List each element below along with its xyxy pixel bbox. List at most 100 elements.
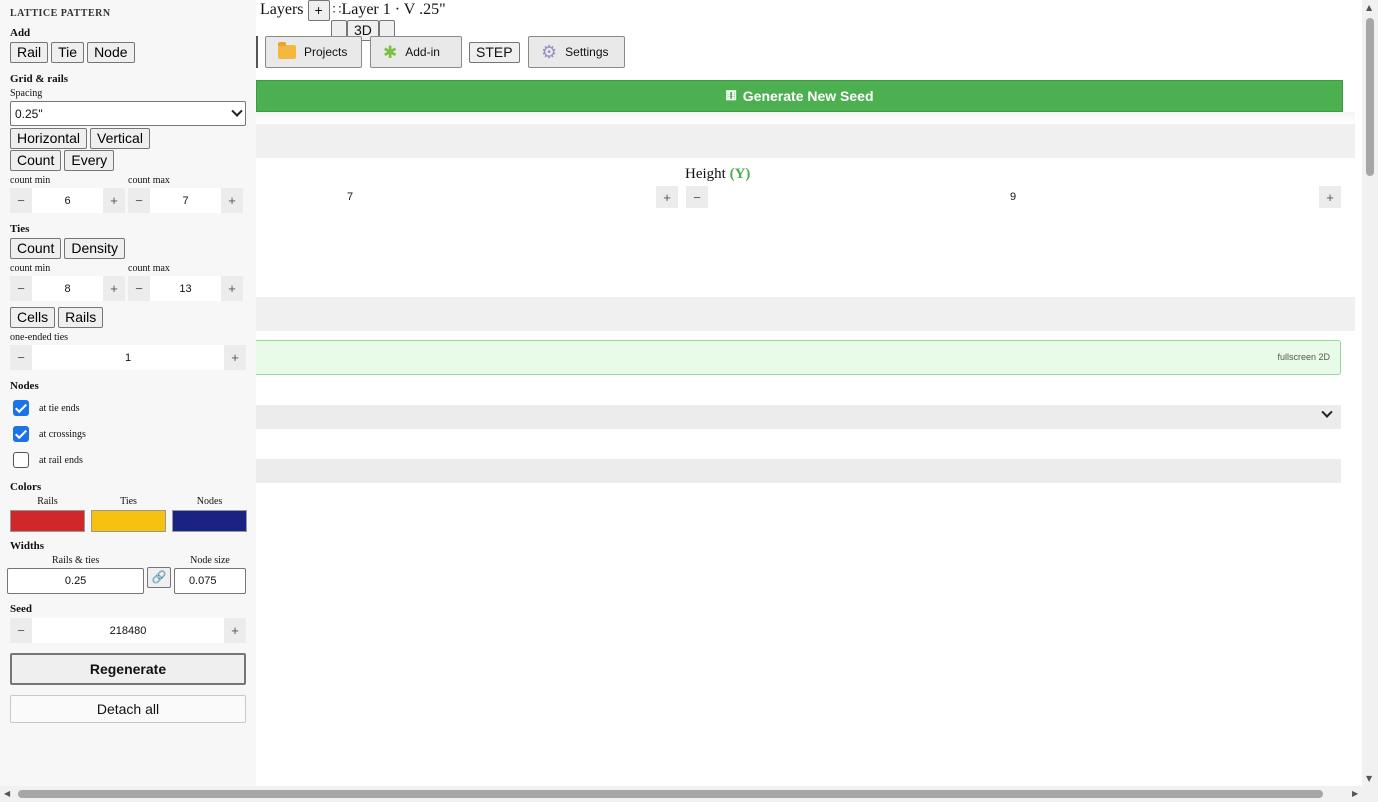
height-decrement-button[interactable]: − (686, 186, 708, 208)
node-option-crossings[interactable]: at crossings (10, 421, 246, 447)
node-size-input[interactable]: 0.075 (173, 568, 246, 594)
grid-count-max-value[interactable]: 7 (150, 195, 221, 207)
seed-stepper: − 218480 + (10, 618, 246, 643)
section-shadow (256, 112, 1355, 124)
ties-count-max-label: count max (128, 263, 170, 274)
projects-button[interactable]: Projects (265, 36, 362, 68)
colors-heading: Colors (10, 481, 42, 493)
panel-title: LATTICE PATTERN (10, 8, 111, 19)
ties-rails-button[interactable]: Rails (58, 307, 104, 328)
increment-button[interactable]: + (103, 188, 125, 213)
layers-bar: Layers + ∷ Layer 1 · V .25" (260, 0, 446, 21)
rails-ties-width-input[interactable]: 0.25 (7, 568, 145, 594)
link-icon[interactable]: 🔗 (147, 567, 171, 588)
grid-count-button[interactable]: Count (10, 150, 62, 171)
decrement-button[interactable]: − (128, 276, 150, 301)
width-value[interactable]: 7 (347, 191, 353, 203)
checkbox-checked[interactable] (13, 400, 29, 416)
grid-every-button[interactable]: Every (64, 150, 115, 171)
dimension-steppers: 7 + − 9 + (256, 186, 1346, 208)
horizontal-scroll-thumb[interactable] (18, 790, 1323, 798)
fullscreen-2d-link[interactable]: fullscreen 2D (1277, 352, 1330, 362)
spacing-label: Spacing (10, 88, 43, 99)
add-node-button[interactable]: Node (87, 42, 135, 63)
vertical-scrollbar[interactable]: ▲ ▼ (1362, 0, 1378, 786)
layers-label: Layers (260, 1, 304, 18)
ties-color-label: Ties (120, 496, 137, 507)
add-rail-button[interactable]: Rail (10, 42, 49, 63)
scroll-up-icon[interactable]: ▲ (1366, 3, 1372, 12)
spacing-select[interactable]: 0.25" (10, 101, 246, 126)
increment-button[interactable]: + (103, 276, 125, 301)
section-header-dimensions (256, 124, 1355, 158)
ties-count-max-value[interactable]: 13 (150, 283, 221, 295)
seed-value[interactable]: 218480 (32, 625, 224, 637)
rails-color-swatch[interactable] (10, 510, 85, 532)
height-axis-label: (Y) (729, 166, 751, 182)
layer-name[interactable]: Layer 1 · V .25" (341, 1, 445, 19)
grid-count-max-stepper: − 7 + (128, 188, 243, 213)
dice-icon: ⚅ (725, 88, 737, 103)
decrement-button[interactable]: − (10, 618, 32, 643)
node-option-tie-ends[interactable]: at tie ends (10, 395, 246, 421)
nodes-color-swatch[interactable] (172, 510, 247, 532)
settings-button[interactable]: ⚙ Settings (528, 36, 625, 68)
vertical-scroll-thumb[interactable] (1366, 18, 1374, 176)
decrement-button[interactable]: − (10, 276, 32, 301)
checkbox-checked[interactable] (13, 426, 29, 442)
node-option-label: at rail ends (39, 454, 83, 466)
collapsed-section[interactable] (256, 459, 1341, 483)
horizontal-button[interactable]: Horizontal (10, 128, 88, 149)
preview-2d-area[interactable]: fullscreen 2D (256, 340, 1341, 375)
sidebar-panel: LATTICE PATTERN Add Rail Tie Node Grid &… (0, 0, 256, 786)
collapsible-dropdown[interactable] (256, 405, 1341, 429)
increment-button[interactable]: + (224, 618, 246, 643)
ties-count-min-label: count min (10, 263, 51, 274)
rails-ties-width-label: Rails & ties (51, 555, 100, 566)
node-size-label: Node size (190, 555, 230, 566)
horizontal-scrollbar[interactable]: ◀ ▶ (0, 786, 1378, 802)
detach-all-button[interactable]: Detach all (10, 695, 246, 723)
decrement-button[interactable]: − (10, 345, 32, 370)
height-value[interactable]: 9 (1010, 191, 1016, 203)
increment-button[interactable]: + (224, 345, 246, 370)
ties-color-swatch[interactable] (91, 510, 166, 532)
regenerate-button[interactable]: Regenerate (10, 653, 246, 685)
one-ended-ties-value[interactable]: 1 (32, 352, 224, 364)
ties-cells-button[interactable]: Cells (10, 307, 56, 328)
increment-button[interactable]: + (221, 276, 243, 301)
addin-button[interactable]: ✱ Add-in (370, 36, 462, 68)
spacing-select-value: 0.25" (15, 106, 43, 121)
ties-density-button[interactable]: Density (64, 238, 126, 259)
node-option-rail-ends[interactable]: at rail ends (10, 447, 246, 473)
scroll-right-icon[interactable]: ▶ (1352, 789, 1358, 798)
increment-button[interactable]: + (221, 188, 243, 213)
decrement-button[interactable]: − (128, 188, 150, 213)
settings-label: Settings (565, 45, 609, 59)
grid-count-min-stepper: − 6 + (10, 188, 125, 213)
chevron-down-icon (1321, 406, 1333, 418)
add-heading: Add (10, 27, 31, 39)
generate-seed-button[interactable]: ⚅ Generate New Seed (256, 80, 1343, 112)
decrement-button[interactable]: − (10, 188, 32, 213)
ties-count-button[interactable]: Count (10, 238, 62, 259)
scroll-down-icon[interactable]: ▼ (1366, 774, 1372, 783)
add-tie-button[interactable]: Tie (51, 42, 85, 63)
step-button[interactable]: STEP (469, 42, 520, 63)
checkbox-unchecked[interactable] (13, 452, 29, 468)
addin-label: Add-in (405, 45, 440, 59)
width-increment-button[interactable]: + (656, 186, 678, 208)
ties-count-max-stepper: − 13 + (128, 276, 243, 301)
ties-heading: Ties (10, 223, 30, 235)
grid-count-min-label: count min (10, 175, 51, 186)
add-layer-button[interactable]: + (307, 0, 330, 21)
ties-count-min-value[interactable]: 8 (32, 283, 103, 295)
node-option-label: at crossings (39, 428, 86, 440)
scroll-left-icon[interactable]: ◀ (4, 789, 10, 798)
grid-count-min-value[interactable]: 6 (32, 195, 103, 207)
nodes-heading: Nodes (10, 380, 39, 392)
chevron-down-icon (231, 105, 243, 117)
height-increment-button[interactable]: + (1319, 186, 1341, 208)
vertical-button[interactable]: Vertical (90, 128, 150, 149)
drag-handle-icon[interactable]: ∷ (333, 2, 342, 19)
